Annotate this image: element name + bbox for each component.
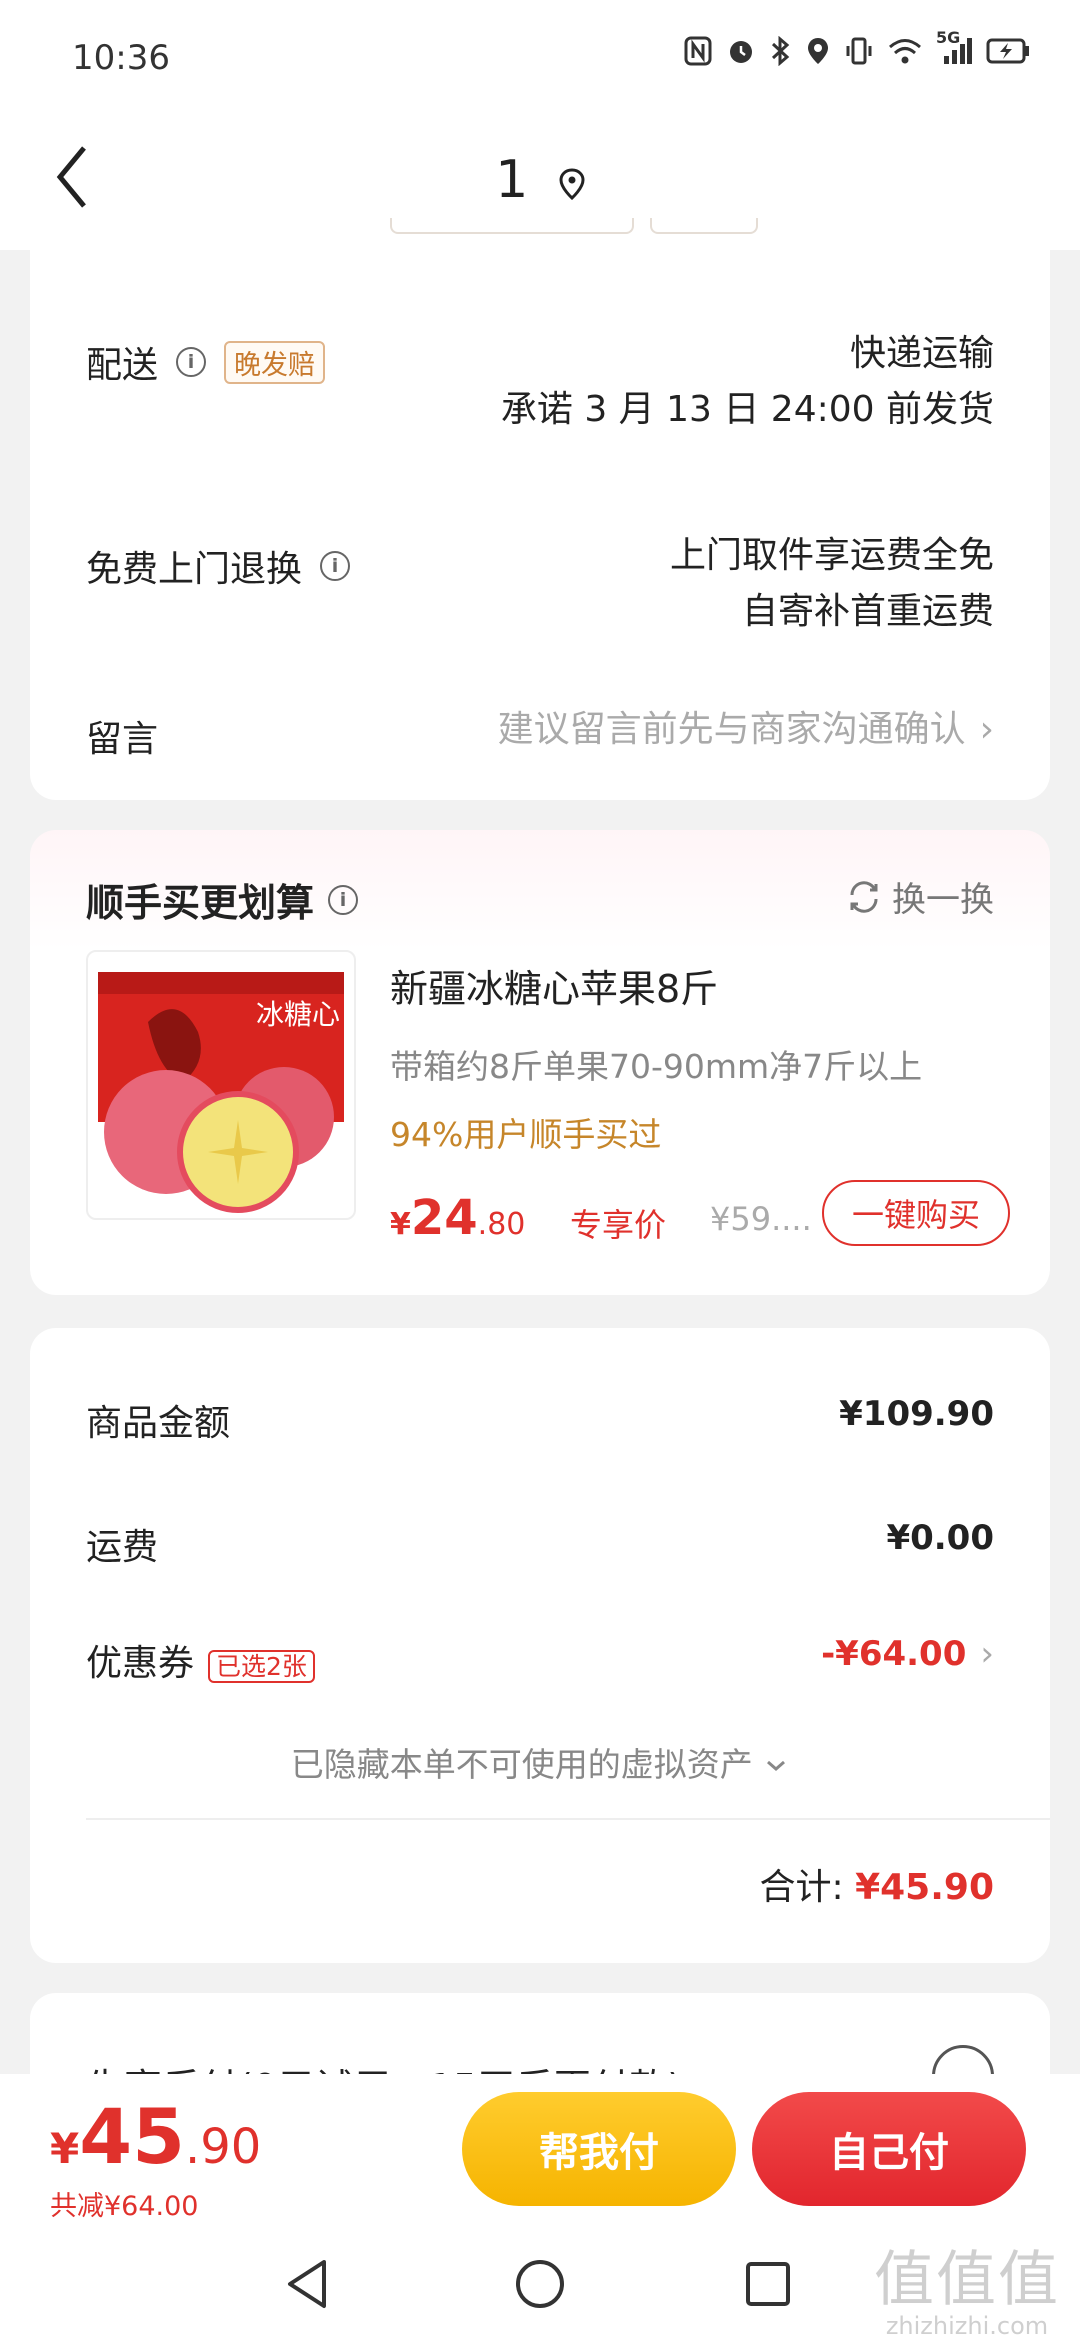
page-title-text: 1 [495,150,529,210]
recommend-title-text: 顺手买更划算 [86,881,315,925]
bluetooth-icon [770,35,792,74]
delivery-method: 快递运输 [849,333,994,374]
coupon-selected-tag: 已选2张 [208,1650,315,1683]
nfc-icon [684,36,712,74]
return-line1: 上门取件享运费全免 [669,535,994,576]
signal-icon: 5G [936,28,972,74]
delivery-promise: 承诺 3 月 13 日 24:00 前发货 [500,389,994,430]
hidden-assets-toggle[interactable]: 已隐藏本单不可使用的虚拟资产 [30,1738,1050,1786]
late-compensation-tag: 晚发赔 [224,340,326,384]
chevron-right-icon: › [980,1634,994,1674]
goods-amount-row: 商品金额 ¥109.90 [86,1394,994,1446]
product-name[interactable]: 新疆冰糖心苹果8斤 [390,958,718,1013]
vibrate-icon [844,36,874,74]
info-icon[interactable]: i [328,884,359,915]
status-time: 10:36 [72,38,170,78]
coupon-row[interactable]: 优惠券 已选2张 -¥64.00 › [86,1634,994,1686]
checkout-price-decimal: .90 [185,2119,262,2175]
coupon-label: 优惠券 [86,1643,195,1684]
coupon-value: -¥64.00 [821,1634,967,1674]
info-icon[interactable]: i [176,347,207,377]
goods-amount-value: ¥109.90 [839,1394,994,1434]
checkout-price: ¥45.90 [50,2092,261,2181]
message-label: 留言 [86,719,159,760]
watermark: 值值值 zhizhizhi.com [874,2248,1060,2340]
delivery-label: 配送 [86,345,159,386]
swap-label: 换一换 [892,880,994,920]
order-summary-card: 商品金额 ¥109.90 运费 ¥0.00 优惠券 已选2张 -¥64.00 › 已… [30,1328,1050,1963]
nav-recents-icon[interactable] [742,2256,794,2312]
help-pay-button[interactable]: 帮我付 [462,2092,736,2206]
watermark-logo: 值值值 [874,2245,1060,2315]
recommend-card: 顺手买更划算 i 换一换 冰糖心 新疆冰糖心苹果8斤 带箱约8斤单果70-90m… [30,830,1050,1295]
peek-tabs [390,218,758,234]
shipping-value: ¥0.00 [886,1518,994,1558]
return-row: 免费上门退换 i 上门取件享运费全免 自寄补首重运费 [86,535,994,674]
product-image[interactable]: 冰糖心 [86,950,356,1220]
order-info-card: 配送 i 晚发赔 快递运输 承诺 3 月 13 日 24:00 前发货 免费上门… [30,218,1050,800]
location-pin-icon [559,153,585,213]
peek-tab [650,218,758,234]
wifi-icon [888,36,922,74]
nav-back-icon[interactable] [282,2256,334,2312]
refresh-icon [850,880,878,913]
one-click-buy-button[interactable]: 一键购买 [822,1180,1010,1246]
network-type: 5G [936,28,961,47]
watermark-url: zhizhizhi.com [885,2312,1049,2340]
return-label: 免费上门退换 [86,549,303,590]
chevron-down-icon [763,1745,789,1784]
box-text: 冰糖心 [256,998,340,1031]
delivery-row: 配送 i 晚发赔 快递运输 承诺 3 月 13 日 24:00 前发货 [86,332,994,452]
goods-amount-label: 商品金额 [86,1403,231,1444]
status-bar: 10:36 5G [0,0,1080,120]
product-price: ¥24.80 [390,1190,525,1246]
price-currency: ¥ [390,1207,411,1242]
product-price-row: ¥24.80 专享价 ¥59.... 一键购买 [390,1180,1030,1252]
message-placeholder[interactable]: 建议留言前先与商家沟通确认 [498,709,966,750]
chevron-right-icon: › [979,709,994,750]
checkout-bar: ¥45.90 共减¥64.00 帮我付 自己付 [0,2074,1080,2228]
total-saved: 共减¥64.00 [50,2191,199,2222]
return-line2: 自寄补首重运费 [741,591,994,632]
price-integer: 24 [410,1190,478,1246]
checkout-price-integer: 45 [79,2092,185,2181]
shipping-row: 运费 ¥0.00 [86,1518,994,1570]
self-pay-button[interactable]: 自己付 [752,2092,1026,2206]
exclusive-price-tag: 专享价 [570,1206,667,1244]
checkout-price-currency: ¥ [50,2124,80,2173]
info-icon[interactable]: i [320,551,351,581]
price-decimal: .80 [477,1207,526,1242]
product-spec: 带箱约8斤单果70-90mm净7斤以上 [390,1047,923,1086]
shipping-label: 运费 [86,1527,159,1568]
total-row: 合计: ¥45.90 [759,1858,994,1910]
total-label: 合计: [759,1867,844,1908]
page-title: 1 [0,150,1080,213]
location-icon [806,36,830,74]
peek-tab [390,218,634,234]
message-row[interactable]: 留言 建议留言前先与商家沟通确认 › [86,702,994,762]
status-icons: 5G [684,28,1030,74]
hidden-assets-text: 已隐藏本单不可使用的虚拟资产 [290,1745,753,1784]
total-value: ¥45.90 [855,1867,994,1908]
original-price: ¥59.... [710,1200,812,1238]
nav-home-icon[interactable] [512,2256,568,2312]
recommend-title: 顺手买更划算 i [86,872,359,927]
alarm-icon [726,36,756,74]
apple-box-image: 冰糖心 [98,972,344,1213]
battery-icon [986,36,1030,74]
coupon-value-wrap: -¥64.00 › [821,1634,994,1674]
product-buyers: 94%用户顺手买过 [390,1115,662,1154]
swap-button[interactable]: 换一换 [846,872,994,921]
divider [86,1818,1050,1820]
